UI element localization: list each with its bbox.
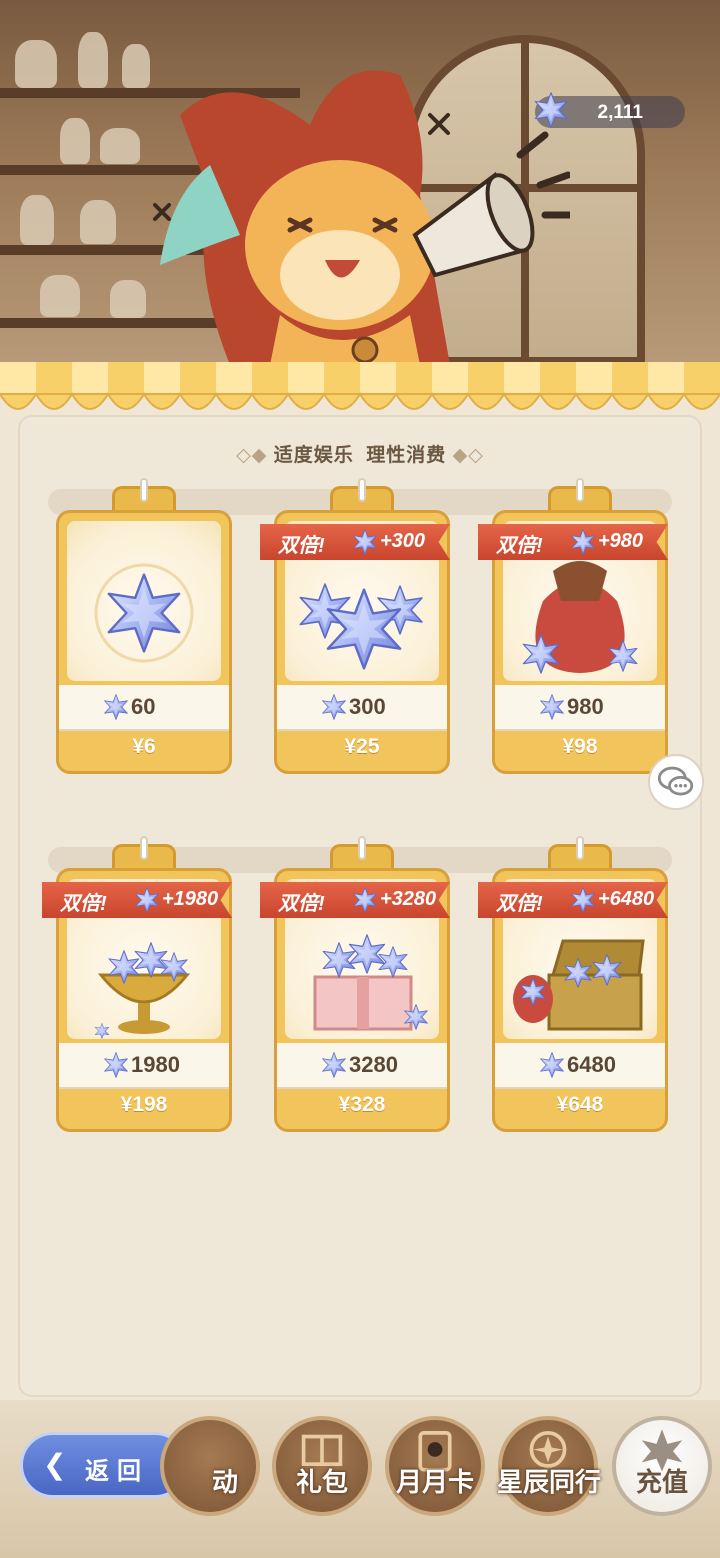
- jar: [15, 40, 57, 88]
- jar: [80, 200, 116, 244]
- gem-amount: 1980: [131, 1052, 180, 1077]
- tab-monthly-card-label: 月月卡: [395, 1467, 474, 1497]
- product-card[interactable]: 60 ¥6: [56, 478, 232, 774]
- gem-amount: 300: [349, 694, 386, 719]
- currency-amount: 2,111: [597, 102, 643, 123]
- tab-recharge-label: 充值: [635, 1467, 688, 1497]
- product-card[interactable]: 3280 ¥328 双倍! +3280: [260, 836, 450, 1132]
- back-label: 返回: [85, 1458, 149, 1485]
- double-bonus-ribbon: 双倍! +6480: [478, 882, 674, 918]
- card-pin: [576, 836, 584, 860]
- star-crystal-icon: [103, 693, 129, 721]
- star-crystal-icon: [321, 1051, 347, 1079]
- slogan: ◇◆ 适度娱乐 理性消费 ◆◇: [0, 440, 720, 467]
- currency-display: 2,111: [535, 96, 685, 128]
- mascot-cat-megaphone-illustration: [153, 70, 570, 365]
- gem-amount: 6480: [567, 1052, 616, 1077]
- ribbon-label: 双倍!: [496, 893, 543, 915]
- bonus-amount: +3280: [380, 888, 437, 910]
- star-crystal-icon: [321, 693, 347, 721]
- gem-amount: 60: [131, 694, 156, 719]
- jar: [78, 32, 108, 88]
- hero-banner: 2,111: [0, 0, 720, 365]
- chat-bubbles-icon: [657, 766, 694, 796]
- star-crystal-icon: [570, 528, 596, 556]
- jar: [122, 44, 150, 88]
- double-bonus-ribbon: 双倍! +300: [260, 524, 456, 560]
- amount-strip: 300: [277, 685, 447, 729]
- double-bonus-ribbon: 双倍! +3280: [260, 882, 456, 918]
- jar: [100, 128, 140, 164]
- card-pin: [358, 836, 366, 860]
- double-bonus-ribbon: 双倍! +980: [478, 524, 674, 560]
- tab-gift-pack-label: 礼包: [295, 1467, 348, 1497]
- star-crystal-icon: [539, 1051, 565, 1079]
- jar: [40, 275, 80, 317]
- star-crystal-icon: [352, 886, 378, 914]
- gem-amount: 980: [567, 694, 604, 719]
- gem-amount: 3280: [349, 1052, 398, 1077]
- slogan-left: 适度娱乐: [273, 445, 354, 466]
- card-pin: [140, 478, 148, 502]
- product-art: [67, 521, 221, 681]
- product-card[interactable]: 1980 ¥198 双倍! +1980: [42, 836, 232, 1132]
- card-body: 60 ¥6: [56, 510, 232, 774]
- ribbon-label: 双倍!: [60, 893, 107, 915]
- tab-star-pass-label: 星辰同行: [496, 1467, 601, 1497]
- star-crystal-icon: [103, 1051, 129, 1079]
- bonus-amount: +300: [380, 530, 426, 552]
- back-arrow-icon: ❮: [43, 1449, 67, 1480]
- star-crystal-icon: [539, 693, 565, 721]
- chat-button[interactable]: [648, 754, 704, 810]
- jar: [60, 118, 90, 164]
- price-label: ¥198: [120, 1093, 168, 1116]
- slogan-right: 理性消费: [366, 445, 447, 466]
- card-pin: [140, 836, 148, 860]
- jar: [20, 195, 54, 245]
- bonus-amount: +980: [598, 530, 644, 552]
- product-card[interactable]: 300 ¥25 双倍! +300: [260, 478, 450, 774]
- star-crystal-icon: [533, 90, 569, 130]
- ribbon-label: 双倍!: [278, 535, 325, 557]
- ornament-icon: ◆◇: [452, 445, 484, 466]
- amount-strip: 980: [495, 685, 665, 729]
- ornament-icon: ◇◆: [236, 445, 268, 466]
- card-pin: [358, 478, 366, 502]
- ribbon-label: 双倍!: [496, 535, 543, 557]
- double-bonus-ribbon: 双倍! +1980: [42, 882, 238, 918]
- jar: [110, 280, 146, 318]
- card-pin: [576, 478, 584, 502]
- amount-strip: 1980: [59, 1043, 229, 1087]
- product-card[interactable]: 6480 ¥648 双倍! +6480: [478, 836, 668, 1132]
- price-label: ¥25: [344, 735, 380, 758]
- price-label: ¥98: [562, 735, 598, 758]
- star-crystal-icon: [134, 886, 160, 914]
- bonus-amount: +1980: [162, 888, 219, 910]
- amount-strip: 3280: [277, 1043, 447, 1087]
- price-label: ¥6: [132, 735, 156, 758]
- star-crystal-icon: [352, 528, 378, 556]
- ribbon-label: 双倍!: [278, 893, 325, 915]
- price-label: ¥328: [338, 1093, 386, 1116]
- star-crystal-icon: [570, 886, 596, 914]
- amount-strip: 60: [59, 685, 229, 729]
- amount-strip: 6480: [495, 1043, 665, 1087]
- tab-activity-label: 动: [211, 1467, 238, 1497]
- bonus-amount: +6480: [598, 888, 655, 910]
- product-card[interactable]: 980 ¥98 双倍! +980: [478, 478, 668, 774]
- price-label: ¥648: [556, 1093, 604, 1116]
